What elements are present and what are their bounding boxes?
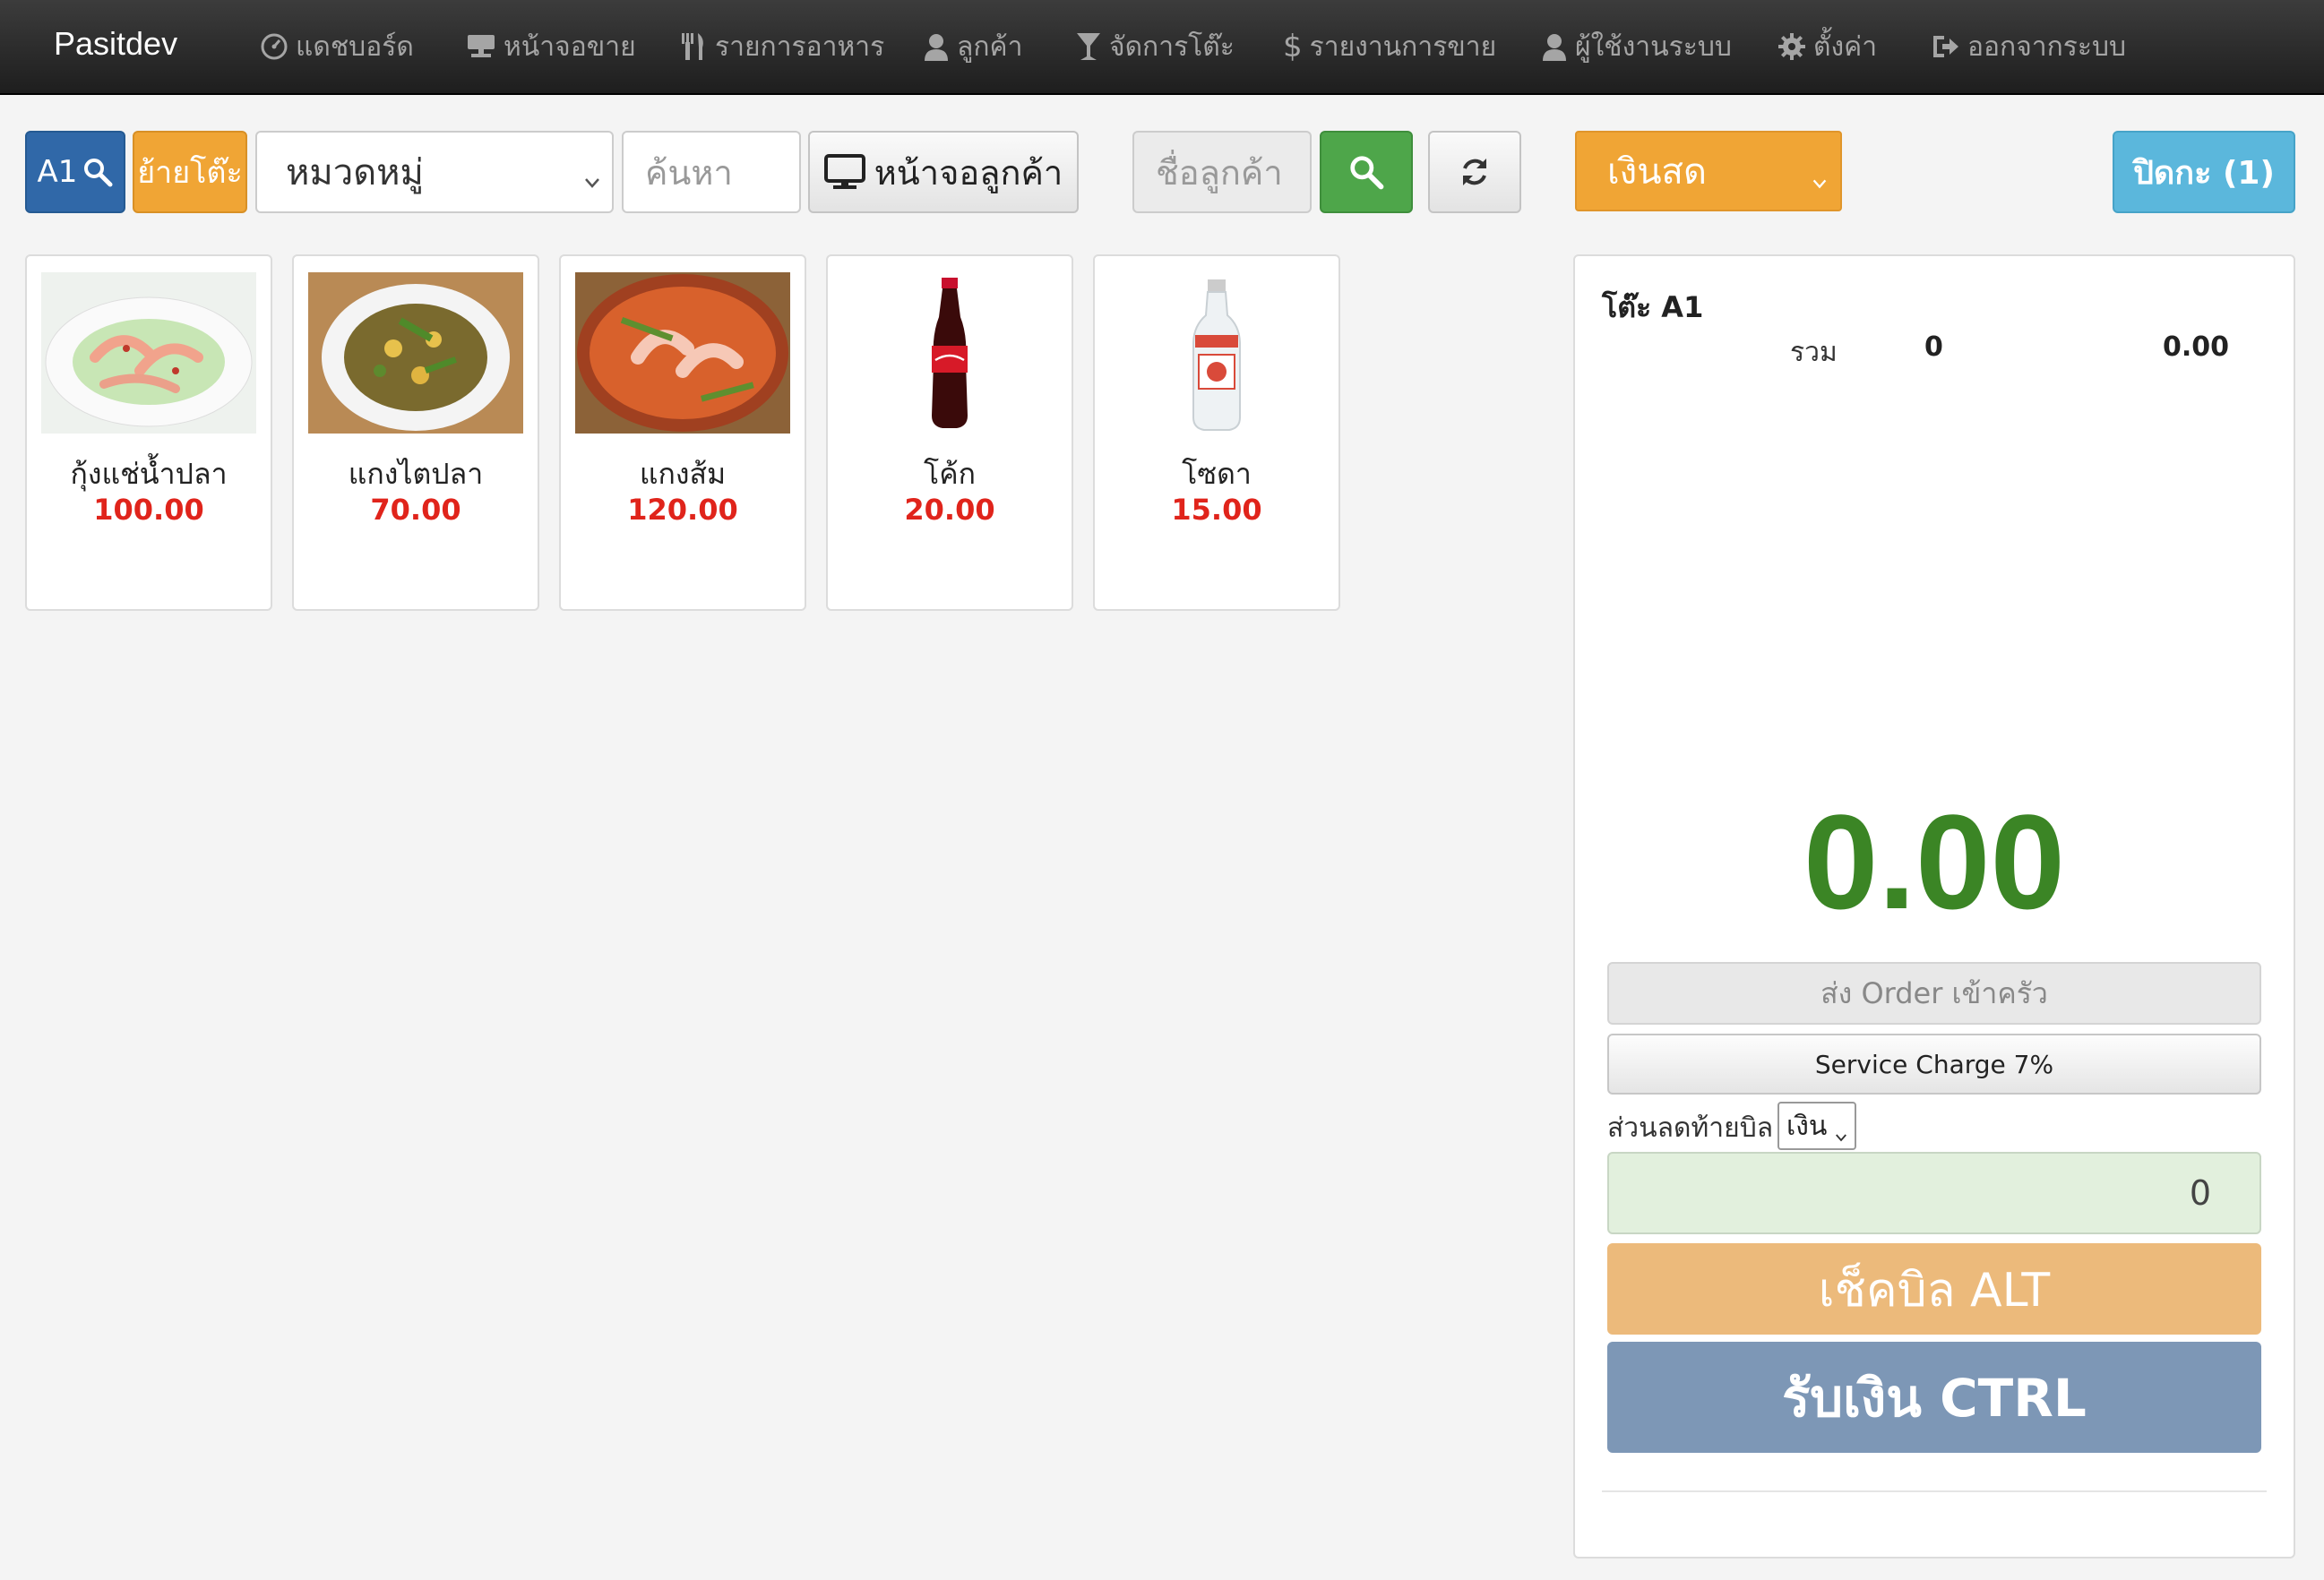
product-name: แกงส้ม: [639, 457, 727, 491]
nav-dashboard[interactable]: แดชบอร์ด: [260, 27, 414, 66]
user-icon: [1541, 32, 1568, 61]
product-card-sour-soup[interactable]: แกงส้ม 120.00: [559, 254, 806, 611]
user-icon: [923, 32, 950, 61]
order-table-title: โต๊ะ A1: [1602, 290, 1704, 324]
product-image-coke: [842, 272, 1057, 434]
customer-screen-label: หน้าจอลูกค้า: [874, 152, 1063, 193]
product-card-shrimp[interactable]: กุ้งแช่น้ำปลา 100.00: [25, 254, 272, 611]
refresh-icon: [1457, 154, 1493, 190]
brand-logo[interactable]: Pasitdev: [54, 25, 177, 63]
dashboard-icon: [260, 32, 288, 61]
order-sum-label: รวม: [1790, 337, 1838, 368]
customer-search-button[interactable]: [1320, 131, 1413, 213]
discount-type-select[interactable]: เงิน: [1777, 1102, 1856, 1150]
service-charge-button[interactable]: Service Charge 7%: [1607, 1034, 2261, 1095]
check-bill-button[interactable]: เช็คบิล ALT: [1607, 1243, 2261, 1335]
nav-settings-label: ตั้งค่า: [1813, 30, 1878, 63]
product-price: 100.00: [93, 493, 204, 527]
product-name: โซดา: [1182, 457, 1252, 491]
nav-system-users-label: ผู้ใช้งานระบบ: [1575, 30, 1732, 63]
receive-payment-button[interactable]: รับเงิน CTRL: [1607, 1342, 2261, 1453]
table-search-button[interactable]: A1: [25, 131, 125, 213]
product-price: 15.00: [1171, 493, 1262, 527]
chevron-down-icon: [1810, 161, 1829, 202]
search-input[interactable]: ค้นหา: [622, 131, 801, 213]
panel-divider: [1602, 1490, 2267, 1492]
order-sum-amount: 0.00: [2162, 331, 2229, 363]
nav-pos-screen-label: หน้าจอขาย: [504, 30, 636, 63]
product-card-soda[interactable]: โซดา 15.00: [1093, 254, 1340, 611]
chevron-down-icon: [581, 161, 603, 202]
gear-icon: [1777, 32, 1806, 61]
nav-settings[interactable]: ตั้งค่า: [1777, 27, 1877, 66]
product-image-sour-soup: [575, 272, 790, 434]
nav-food-list-label: รายการอาหาร: [715, 30, 885, 63]
nav-food-list[interactable]: รายการอาหาร: [679, 27, 884, 66]
payment-method-select[interactable]: เงินสด: [1575, 131, 1842, 211]
glass-icon: [1075, 31, 1102, 62]
product-card-coke[interactable]: โค้ก 20.00: [826, 254, 1073, 611]
product-image-shrimp: [41, 272, 256, 434]
product-price: 70.00: [370, 493, 461, 527]
discount-label: ส่วนลดท้ายบิล: [1607, 1112, 1774, 1144]
category-select-value: หมวดหมู่: [286, 152, 424, 193]
category-select[interactable]: หมวดหมู่: [255, 131, 614, 213]
order-sum-quantity: 0: [1924, 331, 1943, 363]
search-icon: [1348, 154, 1384, 190]
nav-dashboard-label: แดชบอร์ด: [296, 30, 414, 63]
send-order-kitchen-button[interactable]: ส่ง Order เข้าครัว: [1607, 962, 2261, 1025]
nav-customers-label: ลูกค้า: [957, 30, 1023, 63]
customer-name-input[interactable]: ชื่อลูกค้า: [1132, 131, 1312, 213]
close-shift-button[interactable]: ปิดกะ (1): [2113, 131, 2295, 213]
chevron-down-icon: [1833, 1121, 1849, 1153]
product-price: 120.00: [627, 493, 738, 527]
grand-total: 0.00: [1803, 786, 2065, 937]
nav-sales-report-label: รายงานการขาย: [1309, 30, 1497, 63]
logout-icon: [1930, 32, 1960, 61]
dollar-icon: $: [1283, 29, 1303, 64]
cutlery-icon: [679, 31, 708, 62]
monitor-icon: [823, 154, 865, 190]
product-image-soda: [1109, 272, 1324, 434]
product-name: กุ้งแช่น้ำปลา: [70, 457, 228, 491]
nav-sales-report[interactable]: $ รายงานการขาย: [1283, 27, 1496, 66]
nav-customers[interactable]: ลูกค้า: [923, 27, 1022, 66]
nav-pos-screen[interactable]: หน้าจอขาย: [466, 27, 636, 66]
search-icon: [82, 157, 113, 187]
product-image-fish-curry: [308, 272, 523, 434]
move-table-button[interactable]: ย้ายโต๊ะ: [133, 131, 247, 213]
discount-type-value: เงิน: [1786, 1110, 1828, 1142]
nav-logout[interactable]: ออกจากระบบ: [1930, 27, 2126, 66]
nav-table-management-label: จัดการโต๊ะ: [1109, 30, 1235, 63]
refresh-button[interactable]: [1428, 131, 1521, 213]
table-button-label: A1: [37, 154, 78, 190]
product-price: 20.00: [904, 493, 995, 527]
product-card-fish-curry[interactable]: แกงไตปลา 70.00: [292, 254, 539, 611]
product-name: แกงไตปลา: [348, 457, 484, 491]
pos-screen-icon: [466, 33, 496, 60]
order-panel: โต๊ะ A1 รวม 0 0.00 0.00 ส่ง Order เข้าคร…: [1573, 254, 2295, 1559]
nav-logout-label: ออกจากระบบ: [1967, 30, 2127, 63]
top-navbar: Pasitdev แดชบอร์ด หน้าจอขาย รายการอาหาร …: [0, 0, 2324, 95]
product-name: โค้ก: [924, 457, 976, 491]
payment-method-value: เงินสด: [1607, 151, 1707, 193]
discount-input[interactable]: 0: [1607, 1152, 2261, 1234]
customer-screen-button[interactable]: หน้าจอลูกค้า: [808, 131, 1079, 213]
nav-table-management[interactable]: จัดการโต๊ะ: [1075, 27, 1235, 66]
nav-system-users[interactable]: ผู้ใช้งานระบบ: [1541, 27, 1732, 66]
